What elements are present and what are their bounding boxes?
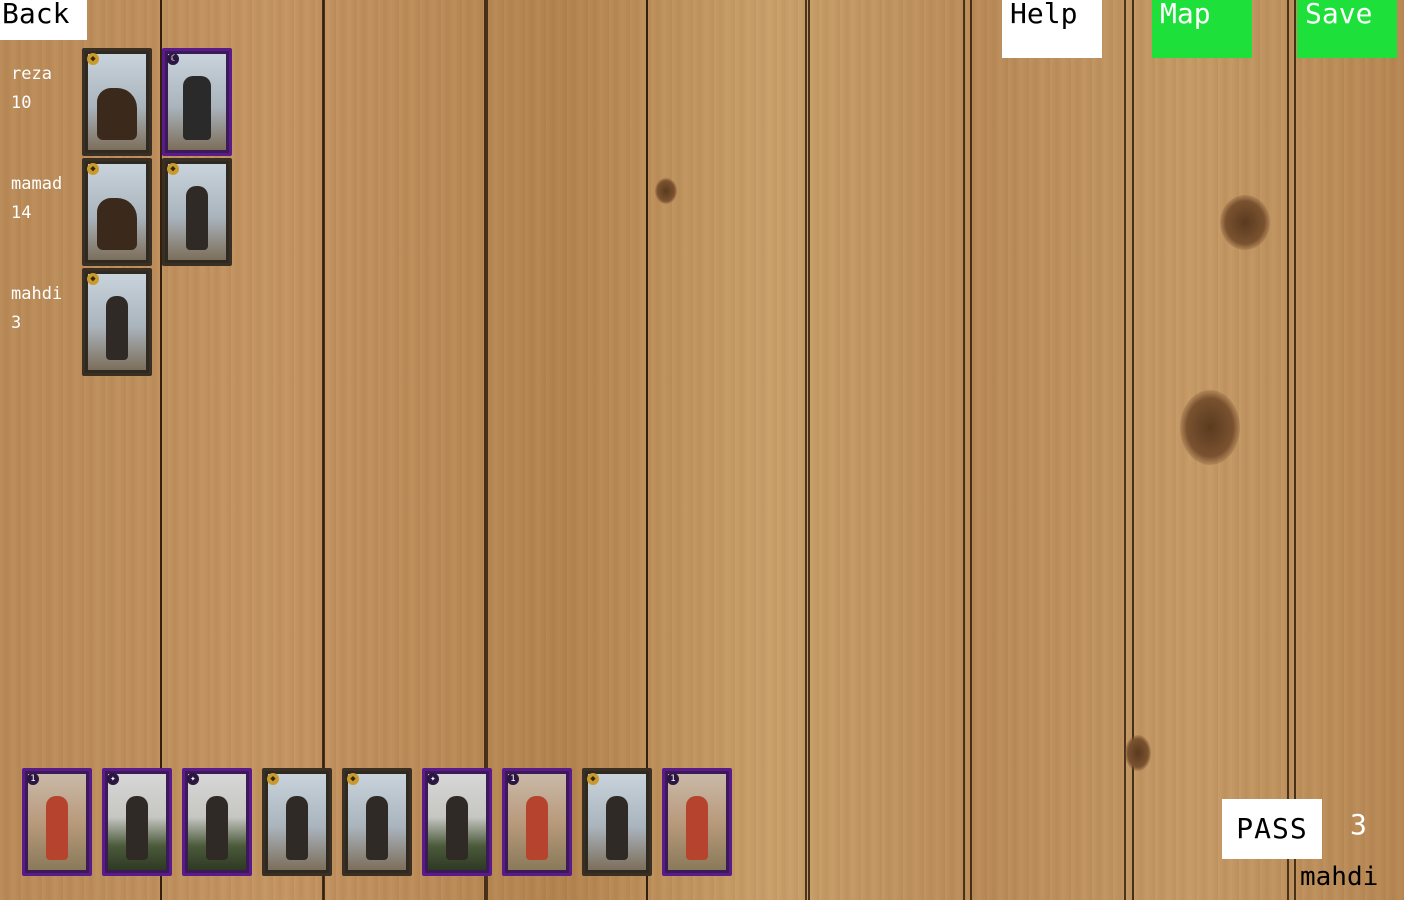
hand-card-spearman[interactable]: ◆: [582, 768, 652, 876]
player-name-mahdi: mahdi: [11, 284, 63, 304]
help-button[interactable]: Help: [1002, 0, 1102, 58]
horseman-figure: [97, 88, 137, 140]
spearman-figure: [106, 296, 128, 360]
back-button[interactable]: Back: [0, 0, 87, 40]
plank-seam: [646, 0, 648, 900]
plank-seam: [486, 0, 488, 900]
sage-figure: [183, 76, 211, 140]
pass-button[interactable]: PASS: [1222, 799, 1322, 859]
count-one-icon: 1: [507, 773, 519, 785]
count-one-icon: 1: [667, 773, 679, 785]
save-button[interactable]: Save: [1297, 0, 1397, 58]
archer-figure: [286, 796, 308, 860]
hand-card-archer[interactable]: ◆: [262, 768, 332, 876]
wood-knot: [1180, 390, 1240, 465]
card-art: [188, 774, 246, 870]
card-art: [428, 774, 486, 870]
player-score-mahdi: 3: [11, 313, 22, 333]
count-one-icon: 1: [27, 773, 39, 785]
player-name-mamad: mamad: [11, 174, 63, 194]
played-card-spearman[interactable]: ◆: [82, 268, 152, 376]
played-card-archer[interactable]: ◆: [162, 158, 232, 266]
wood-knot: [1220, 195, 1270, 250]
spearman-figure: [606, 796, 628, 860]
wood-knot: [655, 178, 677, 204]
scarecrow-figure: [126, 796, 148, 860]
plank-seam: [1287, 0, 1289, 900]
card-art: [108, 774, 166, 870]
card-art: [168, 164, 226, 260]
moon-icon: ☾: [167, 53, 179, 65]
played-card-sage[interactable]: ☾: [162, 48, 232, 156]
card-art: [88, 54, 146, 150]
scarecrow-figure: [206, 796, 228, 860]
plank-seam: [963, 0, 965, 900]
feather-icon: ✦: [107, 773, 119, 785]
wood-knot: [1125, 735, 1151, 771]
maiden-figure: [686, 796, 708, 860]
current-player-label: mahdi: [1300, 862, 1379, 892]
maiden-figure: [46, 796, 68, 860]
pass-count: 3: [1350, 808, 1367, 841]
warrior-figure: [366, 796, 388, 860]
card-art: [668, 774, 726, 870]
card-art: [168, 54, 226, 150]
card-art: [88, 274, 146, 370]
horseman-figure: [97, 198, 137, 250]
plank-seam: [323, 0, 325, 900]
shield-icon: ◆: [267, 773, 279, 785]
card-art: [348, 774, 406, 870]
card-art: [588, 774, 646, 870]
player-name-reza: reza: [11, 64, 52, 84]
played-card-horseman[interactable]: ◆: [82, 158, 152, 266]
hand-card-maiden[interactable]: 1: [502, 768, 572, 876]
shield-icon: ◆: [167, 163, 179, 175]
plank-seam: [805, 0, 807, 900]
card-art: [508, 774, 566, 870]
card-art: [268, 774, 326, 870]
card-art: [88, 164, 146, 260]
scarecrow-figure: [446, 796, 468, 860]
played-card-horseman[interactable]: ◆: [82, 48, 152, 156]
feather-icon: ✦: [187, 773, 199, 785]
hand-card-maiden[interactable]: 1: [662, 768, 732, 876]
hand-card-scarecrow[interactable]: ✦: [182, 768, 252, 876]
shield-icon: ◆: [347, 773, 359, 785]
shield-icon: ◆: [87, 53, 99, 65]
player-score-reza: 10: [11, 93, 32, 113]
hand-card-scarecrow[interactable]: ✦: [422, 768, 492, 876]
player-score-mamad: 14: [11, 203, 32, 223]
card-art: [28, 774, 86, 870]
archer-figure: [186, 186, 208, 250]
shield-icon: ◆: [87, 163, 99, 175]
hand-card-scarecrow[interactable]: ✦: [102, 768, 172, 876]
map-button[interactable]: Map: [1152, 0, 1252, 58]
shield-icon: ◆: [87, 273, 99, 285]
maiden-figure: [526, 796, 548, 860]
shield-icon: ◆: [587, 773, 599, 785]
feather-icon: ✦: [427, 773, 439, 785]
plank-seam: [1124, 0, 1126, 900]
hand-card-maiden[interactable]: 1: [22, 768, 92, 876]
hand-card-warrior[interactable]: ◆: [342, 768, 412, 876]
